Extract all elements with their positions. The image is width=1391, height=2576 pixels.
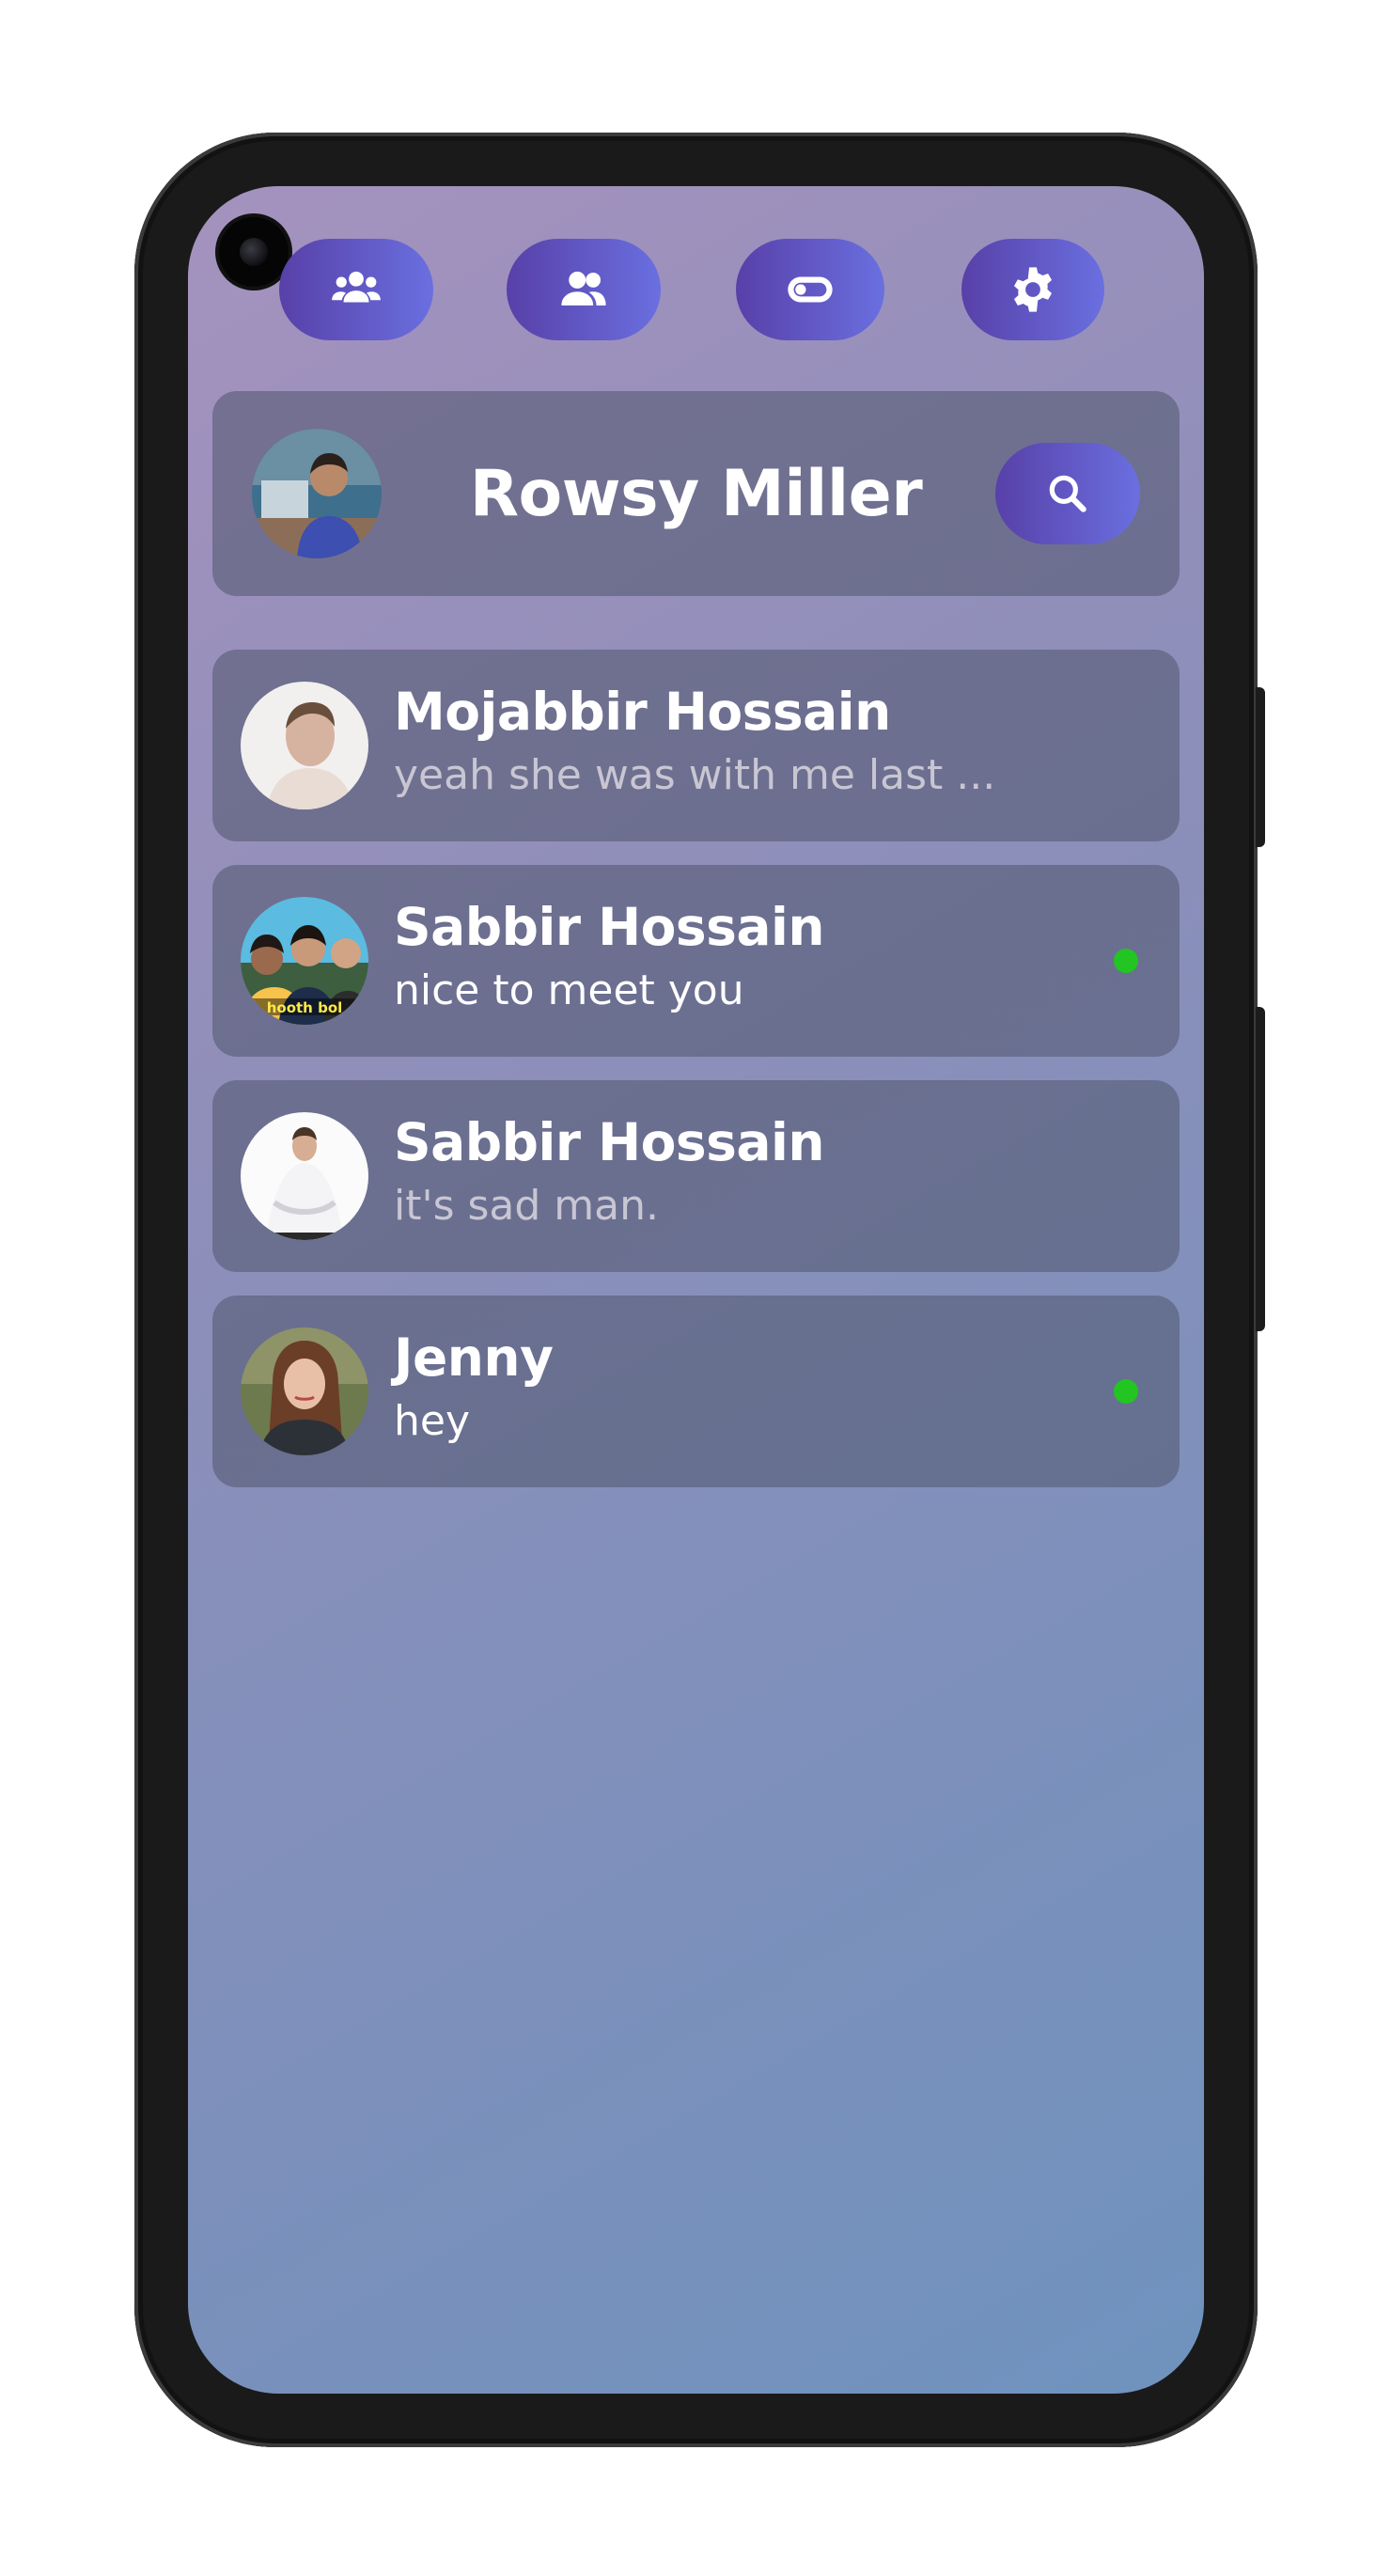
- online-indicator: [1114, 949, 1138, 973]
- groups-button[interactable]: [279, 239, 433, 340]
- chat-list-item[interactable]: hooth bol Sabbir Hossain nice to meet yo…: [212, 865, 1180, 1057]
- power-button: [1256, 687, 1265, 847]
- contact-name: Mojabbir Hossain: [394, 682, 891, 742]
- chat-list-item[interactable]: Sabbir Hossain it's sad man.: [212, 1080, 1180, 1272]
- groups-icon: [332, 271, 381, 303]
- svg-text:hooth bol: hooth bol: [267, 999, 343, 1016]
- contact-avatar: [241, 1112, 368, 1240]
- message-preview: it's sad man.: [394, 1182, 659, 1230]
- contact-name: Sabbir Hossain: [394, 1112, 825, 1172]
- contact-name: Sabbir Hossain: [394, 897, 825, 957]
- contact-avatar: [241, 682, 368, 809]
- friends-button[interactable]: [507, 239, 661, 340]
- message-preview: hey: [394, 1397, 470, 1445]
- volume-button: [1256, 1007, 1265, 1331]
- profile-header: Rowsy Miller: [212, 391, 1180, 596]
- settings-button[interactable]: [961, 239, 1104, 340]
- search-icon: [1049, 475, 1086, 512]
- phone-frame: Rowsy Miller Mojabbir Hossain yeah she w…: [134, 133, 1265, 2447]
- message-preview: nice to meet you: [394, 966, 744, 1014]
- contact-name: Jenny: [394, 1327, 554, 1388]
- app-screen: Rowsy Miller Mojabbir Hossain yeah she w…: [188, 186, 1204, 2394]
- settings-icon: [1013, 267, 1053, 312]
- toggle-button[interactable]: [736, 239, 884, 340]
- contact-avatar: hooth bol: [241, 897, 368, 1025]
- chat-list-item[interactable]: Mojabbir Hossain yeah she was with me la…: [212, 650, 1180, 841]
- online-indicator: [1114, 1379, 1138, 1404]
- contact-avatar: [241, 1327, 368, 1455]
- friends-icon: [561, 271, 606, 306]
- front-camera: [219, 217, 289, 287]
- message-preview: yeah she was with me last ...: [394, 751, 996, 799]
- chat-list-item[interactable]: Jenny hey: [212, 1296, 1180, 1487]
- search-button[interactable]: [995, 443, 1140, 544]
- toggle-icon: [788, 276, 833, 303]
